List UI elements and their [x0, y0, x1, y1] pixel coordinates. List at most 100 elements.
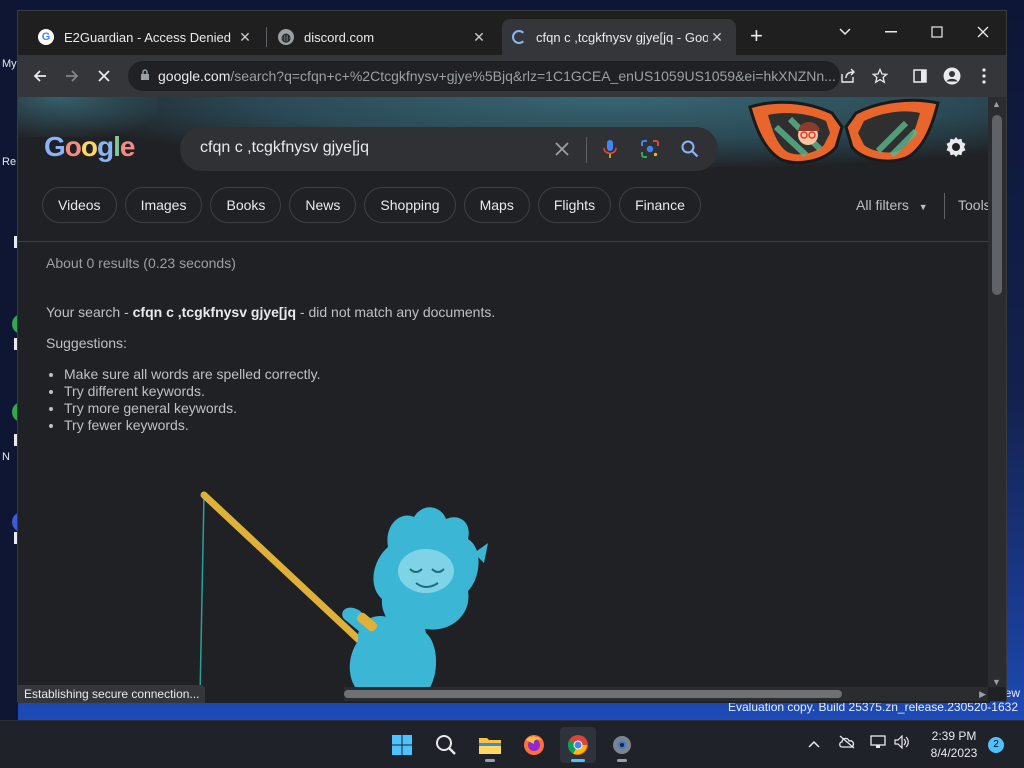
minimize-button[interactable]	[868, 17, 914, 47]
desktop-icon-label[interactable]: Re	[2, 156, 16, 168]
cloud-offline-icon[interactable]	[838, 735, 856, 752]
maximize-icon	[931, 26, 943, 38]
suggestion-item: Try different keywords.	[64, 383, 321, 400]
google-lens-icon[interactable]	[638, 137, 662, 161]
bookmark-star-icon[interactable]	[868, 64, 892, 88]
microphone-icon[interactable]	[598, 137, 622, 161]
settings-gear-icon[interactable]	[944, 135, 968, 159]
arrow-right-icon	[66, 70, 79, 82]
running-indicator	[485, 759, 495, 762]
status-bubble: Establishing secure connection...	[18, 685, 206, 703]
all-filters-button[interactable]: All filters ▼	[856, 197, 928, 213]
browser-toolbar: google.com/search?q=cfqn+c+%2Ctcgkfnysv+…	[18, 55, 1006, 97]
vertical-scroll-thumb[interactable]	[992, 115, 1002, 295]
maximize-button[interactable]	[914, 17, 960, 47]
tab-discord[interactable]: ◍ discord.com ✕	[268, 19, 498, 55]
suggestion-item: Make sure all words are spelled correctl…	[64, 366, 321, 383]
volume-icon[interactable]	[894, 734, 910, 752]
clear-search-icon[interactable]	[550, 137, 574, 161]
chip-videos[interactable]: Videos	[42, 187, 117, 223]
suggestion-item: Try more general keywords.	[64, 400, 321, 417]
scroll-down-icon[interactable]: ▼	[992, 677, 1001, 687]
tab-title: cfqn c ,tcgkfnysv gjye[jq - Googl	[536, 29, 708, 45]
profile-icon[interactable]	[940, 64, 964, 88]
url-host: google.com	[158, 68, 231, 84]
close-icon[interactable]: ✕	[236, 29, 254, 46]
system-clock[interactable]: 2:39 PM 8/4/2023	[920, 728, 988, 762]
search-box[interactable]: cfqn c ,tcgkfnysv gjye[jq	[180, 127, 718, 171]
logo-letter: l	[113, 131, 121, 162]
globe-icon: ◍	[278, 29, 294, 45]
scroll-right-icon[interactable]: ▶	[979, 689, 986, 700]
close-icon	[98, 70, 110, 82]
start-button[interactable]	[384, 727, 420, 763]
desktop-icon-label[interactable]: N	[2, 451, 10, 463]
search-input[interactable]: cfqn c ,tcgkfnysv gjye[jq	[200, 139, 369, 157]
side-panel-icon[interactable]	[908, 64, 932, 88]
tools-button[interactable]: Tools	[958, 197, 990, 213]
desktop-icon-column	[0, 0, 18, 720]
taskbar: 2:39 PM 8/4/2023 2	[0, 720, 1024, 768]
share-icon[interactable]	[836, 64, 860, 88]
chevron-up-icon[interactable]	[808, 735, 820, 751]
close-icon[interactable]: ✕	[470, 29, 488, 46]
menu-kebab-icon[interactable]	[972, 64, 996, 88]
tab-google-search[interactable]: cfqn c ,tcgkfnysv gjye[jq - Googl ✕	[502, 19, 736, 55]
scroll-up-icon[interactable]: ▲	[992, 99, 1001, 109]
divider	[586, 137, 587, 163]
close-icon[interactable]: ✕	[708, 29, 726, 46]
logo-letter: g	[97, 131, 114, 162]
no-match-message: Your search - cfqn c ,tcgkfnysv gjye[jq …	[46, 304, 495, 320]
chip-maps[interactable]: Maps	[463, 187, 530, 223]
firefox-icon	[524, 735, 544, 755]
file-explorer-icon	[479, 738, 501, 754]
chip-finance[interactable]: Finance	[619, 187, 701, 223]
windows-start-icon	[392, 735, 412, 755]
taskbar-search-button[interactable]	[428, 727, 464, 763]
running-indicator	[617, 759, 627, 762]
chip-shopping[interactable]: Shopping	[364, 187, 456, 223]
file-explorer-button[interactable]	[472, 727, 508, 763]
search-icon[interactable]	[678, 137, 702, 161]
no-match-suffix: - did not match any documents.	[296, 304, 496, 320]
search-icon	[436, 735, 456, 755]
new-tab-button[interactable]: +	[750, 25, 763, 47]
no-match-query: cfqn c ,tcgkfnysv gjye[jq	[132, 304, 297, 320]
logo-letter: G	[44, 131, 66, 162]
chrome-icon	[567, 735, 588, 755]
chip-flights[interactable]: Flights	[537, 187, 612, 223]
google-logo[interactable]: Google	[44, 131, 136, 163]
suggestions-list: Make sure all words are spelled correctl…	[64, 366, 321, 434]
no-match-prefix: Your search -	[46, 304, 133, 320]
horizontal-scroll-thumb[interactable]	[344, 690, 842, 698]
tab-search-button[interactable]	[822, 17, 868, 47]
address-bar[interactable]: google.com/search?q=cfqn+c+%2Ctcgkfnysv+…	[128, 61, 840, 91]
caret-down-icon: ▼	[918, 202, 928, 212]
chip-images[interactable]: Images	[124, 187, 203, 223]
search-filter-chips: Videos Images Books News Shopping Maps F…	[42, 187, 701, 223]
clock-time: 2:39 PM	[931, 729, 977, 743]
desktop-icon-label[interactable]: My	[2, 58, 17, 70]
divider	[944, 193, 945, 219]
close-window-button[interactable]	[960, 17, 1006, 47]
back-button[interactable]	[28, 64, 52, 88]
chrome-button[interactable]	[560, 727, 596, 763]
tab-e2guardian[interactable]: G E2Guardian - Access Denied ✕	[28, 19, 264, 55]
tab-separator	[266, 27, 267, 47]
firefox-button[interactable]	[516, 727, 552, 763]
vertical-scrollbar[interactable]: ▲ ▼	[988, 97, 1006, 687]
chip-news[interactable]: News	[289, 187, 357, 223]
horizontal-scrollbar[interactable]: ▶	[344, 687, 988, 701]
lock-icon[interactable]	[140, 68, 150, 84]
stop-loading-button[interactable]	[92, 64, 116, 88]
notification-badge[interactable]: 2	[988, 737, 1004, 753]
chip-books[interactable]: Books	[210, 187, 282, 223]
active-indicator	[571, 759, 585, 762]
suggestion-item: Try fewer keywords.	[64, 417, 321, 434]
settings-button[interactable]	[604, 727, 640, 763]
doodle-glasses-image[interactable]	[746, 97, 942, 169]
network-icon[interactable]	[870, 735, 888, 752]
logo-letter: e	[119, 131, 136, 162]
forward-button[interactable]	[60, 64, 84, 88]
url-path: /search?q=cfqn+c+%2Ctcgkfnysv+gjye%5Bjq&…	[230, 68, 836, 84]
